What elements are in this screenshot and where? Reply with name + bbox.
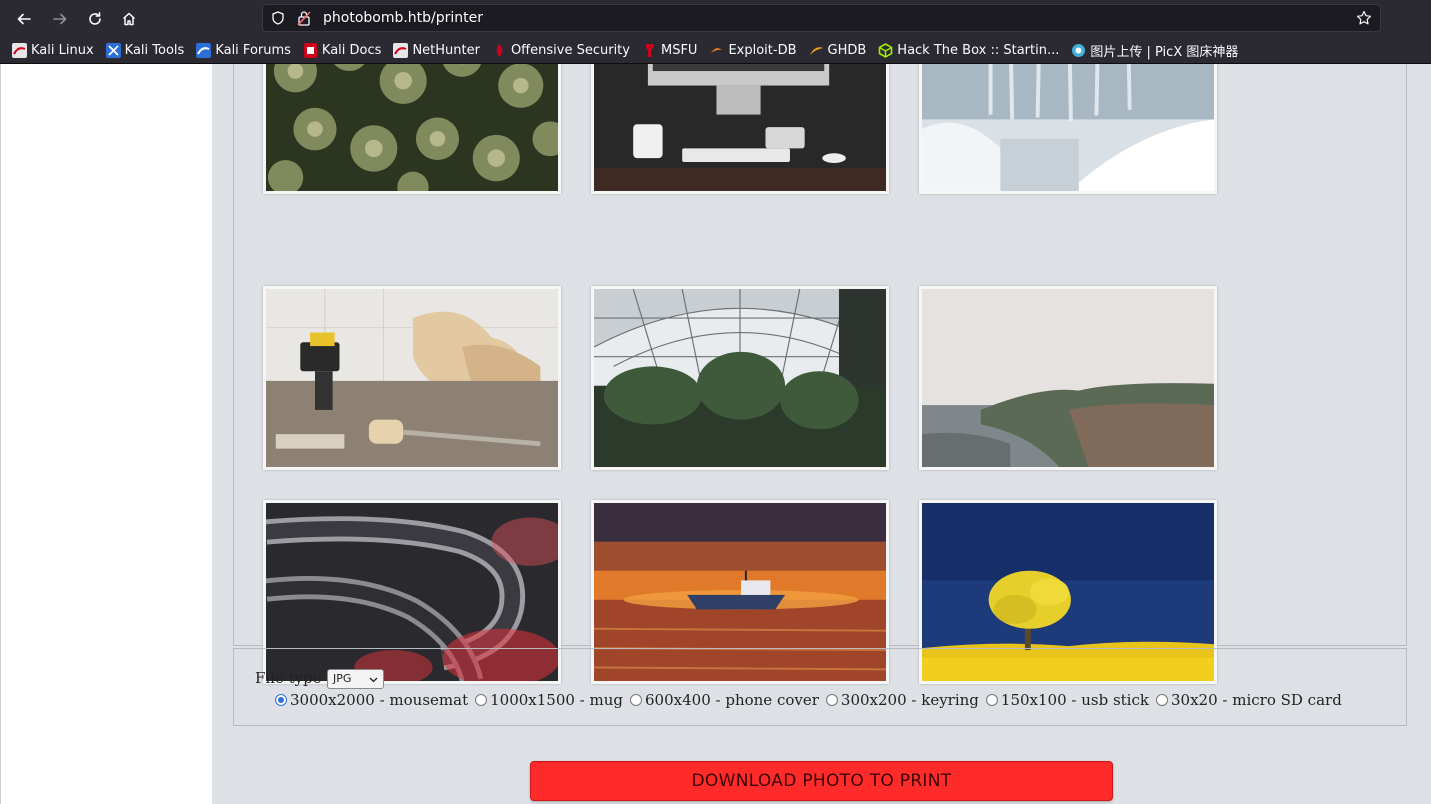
radio-button[interactable] bbox=[1155, 694, 1168, 706]
lock-insecure-icon[interactable] bbox=[297, 10, 311, 26]
size-option-mug[interactable]: 1000x1500 - mug bbox=[475, 691, 623, 709]
browser-toolbar: photobomb.htb/printer bbox=[0, 0, 1431, 37]
exploit-db-icon bbox=[711, 47, 723, 53]
bookmark-ghdb[interactable]: GHDB bbox=[809, 43, 866, 58]
radio-button[interactable] bbox=[630, 694, 643, 706]
photo-desk-computer[interactable] bbox=[591, 64, 889, 194]
photo-gallery bbox=[233, 64, 1407, 684]
download-photo-button[interactable]: DOWNLOAD PHOTO TO PRINT bbox=[530, 761, 1113, 801]
msfu-icon bbox=[645, 43, 653, 57]
photo-woodwork-tools[interactable] bbox=[263, 286, 561, 470]
radio-button-checked[interactable] bbox=[275, 694, 287, 706]
picx-icon bbox=[1072, 43, 1086, 57]
arrow-right-icon bbox=[53, 13, 67, 25]
radio-button[interactable] bbox=[985, 694, 998, 706]
bookmark-nethunter[interactable]: NetHunter bbox=[393, 42, 480, 58]
bookmark-kali-docs[interactable]: Kali Docs bbox=[303, 42, 381, 58]
kali-forums-icon bbox=[196, 42, 212, 58]
radio-button[interactable] bbox=[475, 694, 488, 706]
shield-icon[interactable] bbox=[271, 11, 285, 25]
size-radio-group: 3000x2000 - mousemat 1000x1500 - mug 600… bbox=[275, 691, 1349, 709]
page-viewport: File type JPG 3000x2000 - mousemat 1000x… bbox=[0, 64, 1431, 804]
url-text[interactable]: photobomb.htb/printer bbox=[323, 10, 483, 26]
chevron-down-icon bbox=[369, 677, 378, 683]
bookmark-msfu[interactable]: MSFU bbox=[642, 43, 697, 58]
photo-greenhouse[interactable] bbox=[591, 286, 889, 470]
bookmark-kali-tools[interactable]: Kali Tools bbox=[105, 42, 184, 58]
size-option-usb-stick[interactable]: 150x100 - usb stick bbox=[985, 691, 1149, 709]
size-option-mousemat[interactable]: 3000x2000 - mousemat bbox=[275, 691, 468, 709]
size-option-micro-sd[interactable]: 30x20 - micro SD card bbox=[1155, 691, 1342, 709]
size-option-phone-cover[interactable]: 600x400 - phone cover bbox=[630, 691, 819, 709]
ghdb-icon bbox=[809, 46, 823, 55]
bookmark-exploit-db[interactable]: Exploit-DB bbox=[709, 43, 797, 58]
bookmark-kali-linux[interactable]: Kali Linux bbox=[12, 42, 94, 58]
bookmark-hack-the-box[interactable]: Hack The Box :: Startin... bbox=[878, 43, 1059, 58]
home-icon bbox=[122, 12, 136, 26]
file-type-label: File type bbox=[255, 669, 322, 687]
arrow-left-icon bbox=[17, 13, 31, 25]
radio-button[interactable] bbox=[825, 694, 838, 706]
page-left-margin bbox=[0, 64, 212, 804]
nethunter-icon bbox=[393, 42, 409, 58]
bookmarks-toolbar: Kali Linux Kali Tools Kali Forums Kali D… bbox=[0, 37, 1431, 64]
photo-coastline[interactable] bbox=[919, 286, 1217, 470]
photo-frozen-waterfall[interactable] bbox=[919, 64, 1217, 194]
file-type-value: JPG bbox=[333, 672, 352, 685]
printer-page: File type JPG 3000x2000 - mousemat 1000x… bbox=[212, 64, 1431, 804]
file-type-select[interactable]: JPG bbox=[327, 669, 384, 689]
address-bar[interactable]: photobomb.htb/printer bbox=[262, 4, 1381, 32]
reload-button[interactable] bbox=[82, 6, 108, 32]
offsec-icon bbox=[496, 43, 503, 57]
kali-docs-icon bbox=[303, 42, 317, 58]
kali-tools-icon bbox=[105, 42, 121, 58]
bookmark-star-icon[interactable] bbox=[1356, 10, 1372, 26]
print-options-form: File type JPG 3000x2000 - mousemat 1000x… bbox=[233, 648, 1407, 726]
size-option-keyring[interactable]: 300x200 - keyring bbox=[825, 691, 979, 709]
bookmark-kali-forums[interactable]: Kali Forums bbox=[196, 42, 291, 58]
photo-succulents[interactable] bbox=[263, 64, 561, 194]
home-button[interactable] bbox=[116, 6, 142, 32]
reload-icon bbox=[89, 12, 101, 25]
back-button[interactable] bbox=[11, 6, 37, 32]
bookmark-offensive-security[interactable]: Offensive Security bbox=[492, 43, 630, 58]
htb-cube-icon bbox=[878, 42, 893, 58]
bookmark-picx[interactable]: 图片上传 | PicX 图床神器 bbox=[1071, 41, 1238, 60]
forward-button[interactable] bbox=[47, 6, 73, 32]
kali-dragon-icon bbox=[12, 42, 27, 58]
